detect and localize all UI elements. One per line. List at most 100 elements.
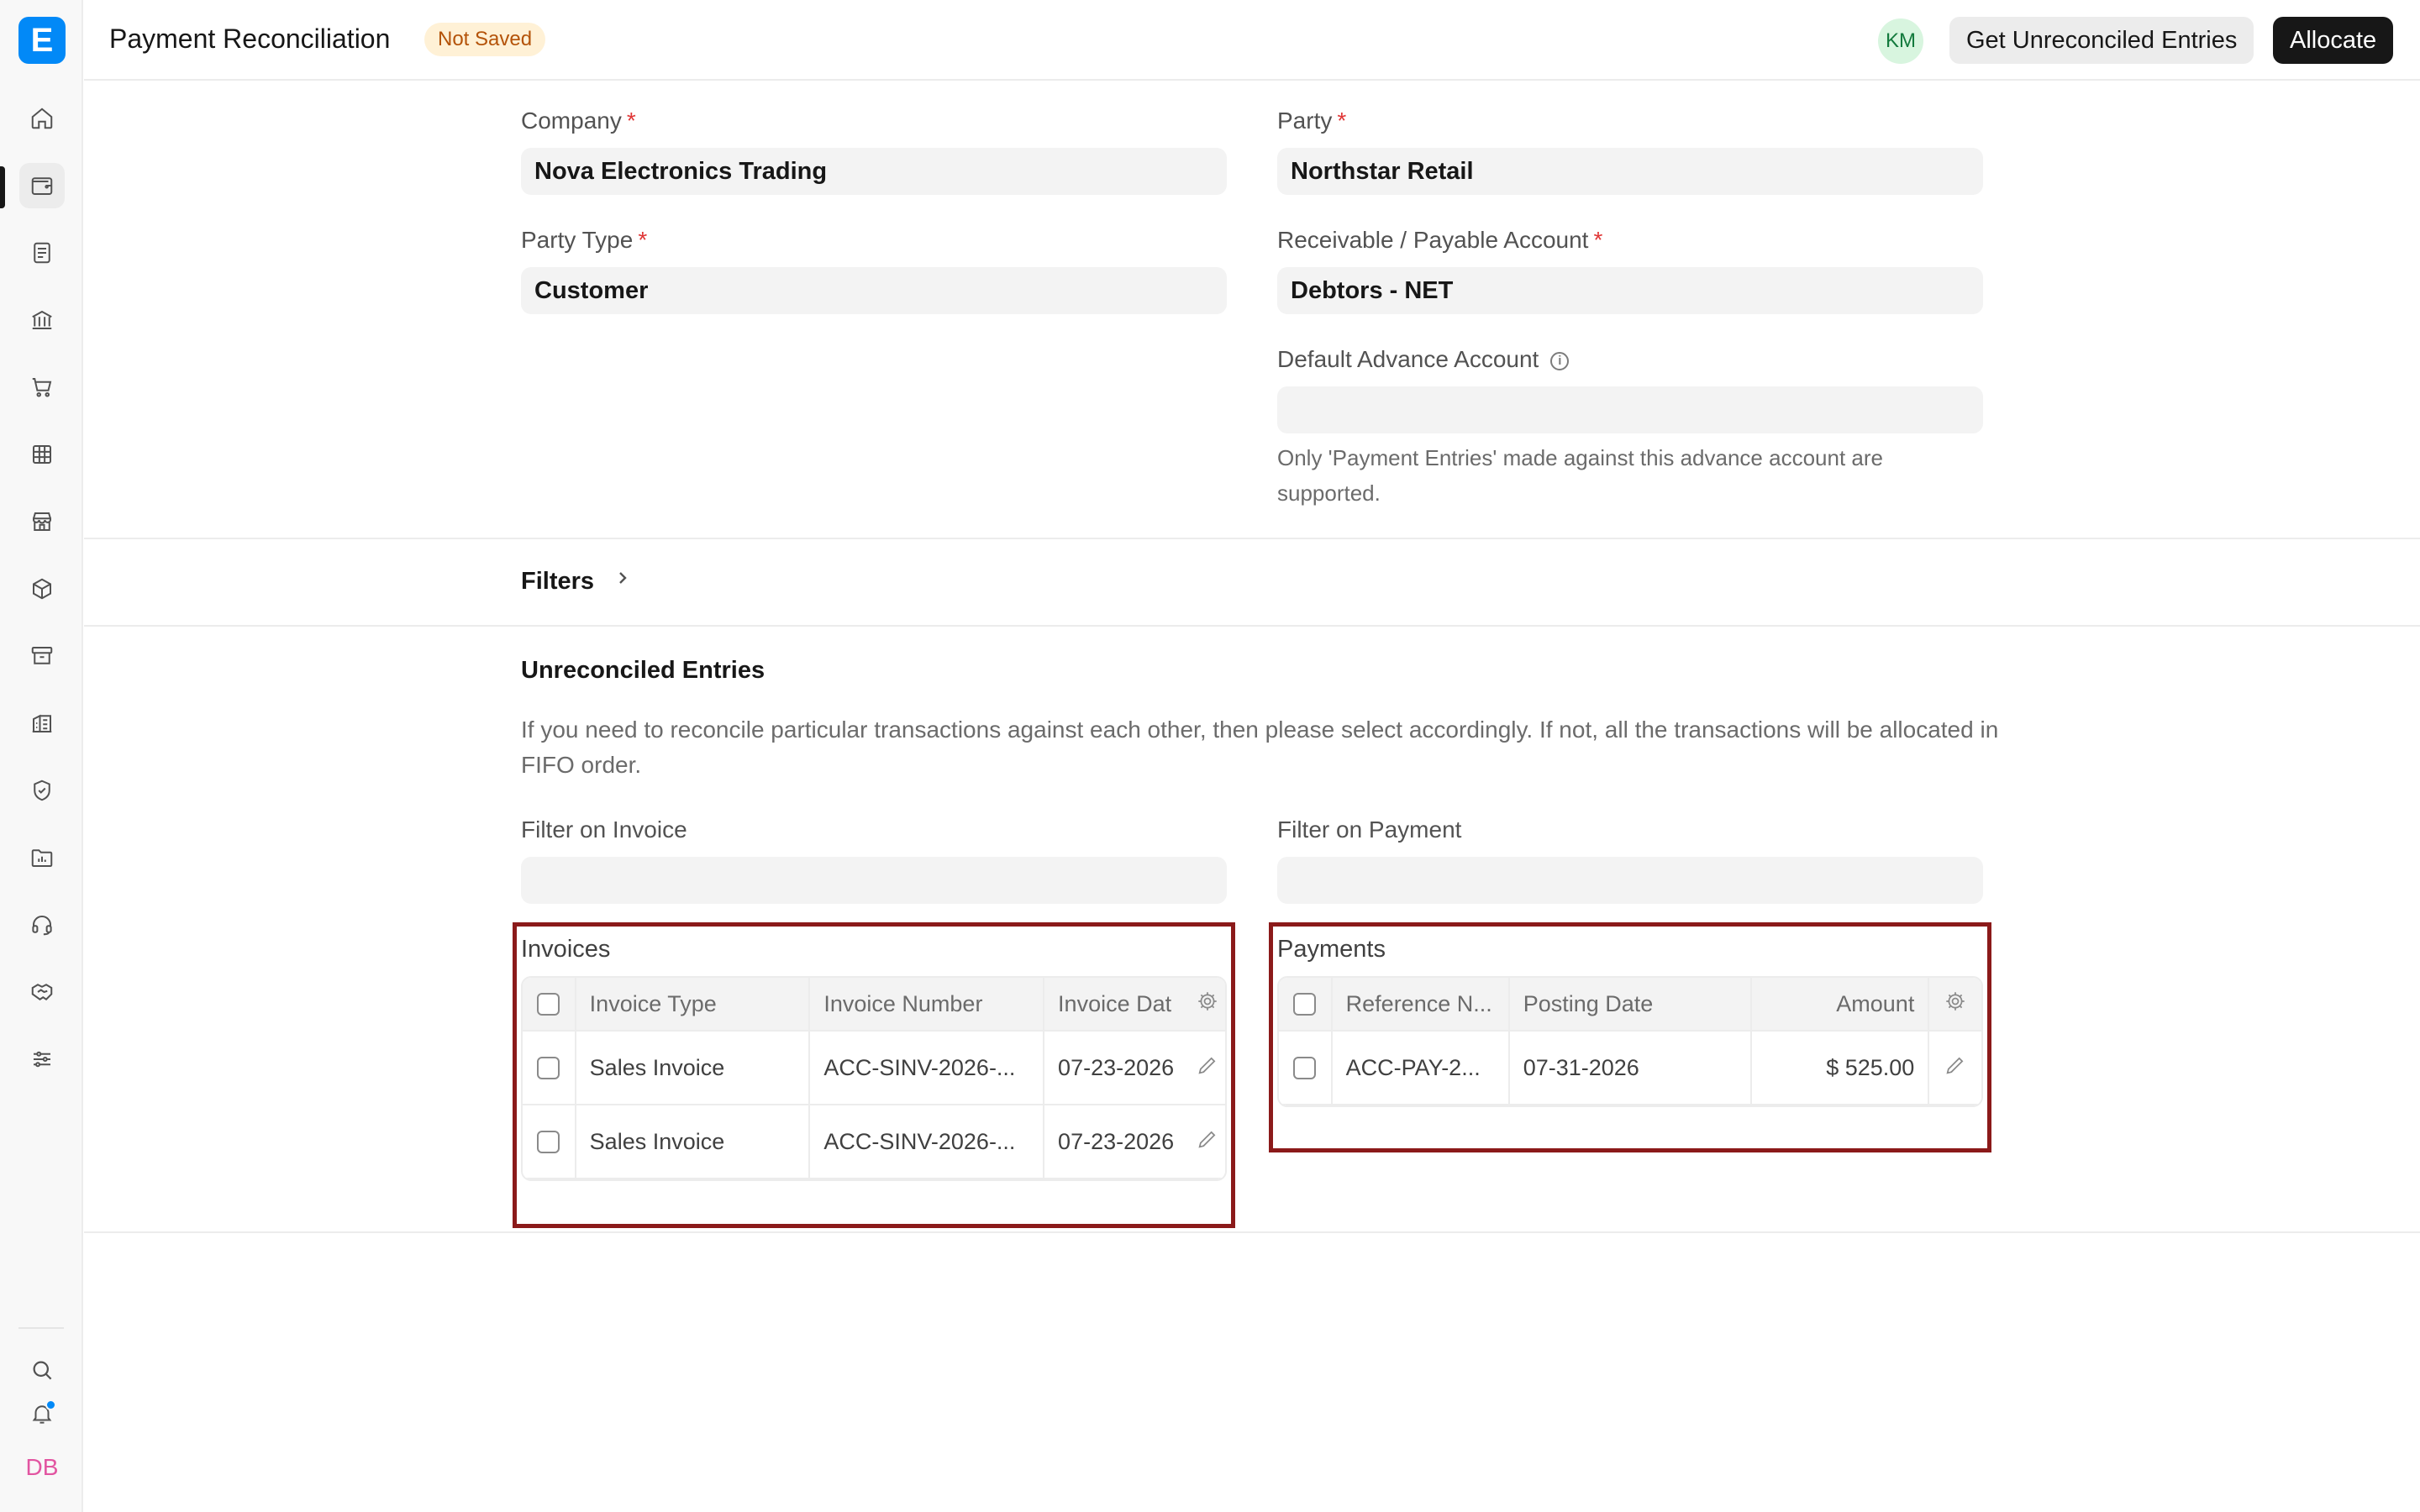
party-field[interactable]: Northstar Retail bbox=[1277, 148, 1983, 195]
row-checkbox[interactable] bbox=[537, 1056, 560, 1079]
box-icon bbox=[33, 578, 51, 600]
column-settings-button[interactable] bbox=[1944, 990, 1967, 1019]
user-avatar[interactable]: DB bbox=[19, 1445, 65, 1490]
invoices-title: Invoices bbox=[521, 936, 611, 963]
sidebar-item-projects[interactable] bbox=[19, 835, 65, 880]
sidebar-item-assets[interactable] bbox=[19, 633, 65, 679]
sidebar-item-reports[interactable] bbox=[19, 432, 65, 477]
active-nav-marker bbox=[0, 166, 5, 208]
sidebar-notifications[interactable] bbox=[19, 1391, 65, 1436]
posting-date-cell[interactable]: 07-31-2026 bbox=[1510, 1032, 1753, 1104]
invoice-type-cell[interactable]: Sales Invoice bbox=[576, 1105, 811, 1178]
bank-icon bbox=[32, 310, 52, 329]
default-advance-account-field[interactable] bbox=[1277, 386, 1983, 433]
row-checkbox[interactable] bbox=[537, 1130, 560, 1153]
sidebar-item-crm[interactable] bbox=[19, 969, 65, 1015]
row-checkbox[interactable] bbox=[1293, 1056, 1317, 1079]
invoice-number-cell[interactable]: ACC-SINV-2026-... bbox=[810, 1032, 1045, 1104]
filter-payment-input[interactable] bbox=[1277, 857, 1983, 904]
amount-cell[interactable]: $ 525.00 bbox=[1752, 1032, 1930, 1104]
sidebar-item-banking[interactable] bbox=[19, 297, 65, 343]
company-label: Company * bbox=[521, 108, 636, 134]
folder-chart-icon bbox=[31, 849, 53, 867]
column-header[interactable]: Posting Date bbox=[1510, 978, 1753, 1030]
select-all-checkbox[interactable] bbox=[1293, 992, 1317, 1016]
invoice-date-cell[interactable]: 07-23-2026 bbox=[1058, 1055, 1189, 1081]
payments-title: Payments bbox=[1277, 936, 1386, 963]
handshake-icon bbox=[31, 984, 53, 1001]
info-icon[interactable]: i bbox=[1550, 352, 1570, 370]
document-icon bbox=[34, 242, 50, 264]
cart-icon bbox=[32, 378, 52, 397]
column-header[interactable]: Invoice Number bbox=[810, 978, 1045, 1030]
gear-icon bbox=[1946, 991, 1965, 1011]
column-header[interactable]: Reference N... bbox=[1333, 978, 1510, 1030]
sidebar-item-home[interactable] bbox=[19, 96, 65, 141]
pencil-icon bbox=[1946, 1057, 1964, 1074]
party-type-label: Party Type * bbox=[521, 227, 648, 253]
edit-row-button[interactable] bbox=[1196, 1127, 1219, 1157]
sidebar-item-documents[interactable] bbox=[19, 230, 65, 276]
party-type-field[interactable]: Customer bbox=[521, 267, 1227, 314]
filters-toggle[interactable]: Filters bbox=[521, 568, 629, 596]
section-divider bbox=[84, 625, 2420, 627]
invoices-table: Invoice Type Invoice Number Invoice Dat … bbox=[521, 976, 1227, 1181]
status-badge: Not Saved bbox=[424, 23, 546, 56]
company-field[interactable]: Nova Electronics Trading bbox=[521, 148, 1227, 195]
party-label: Party * bbox=[1277, 108, 1347, 134]
sidebar-item-quality[interactable] bbox=[19, 768, 65, 813]
column-header[interactable]: Invoice Type bbox=[576, 978, 811, 1030]
section-divider bbox=[84, 1231, 2420, 1233]
section-divider bbox=[84, 538, 2420, 539]
sidebar-item-support[interactable] bbox=[19, 902, 65, 948]
edit-row-button[interactable] bbox=[1196, 1053, 1219, 1083]
headset-icon bbox=[32, 916, 52, 936]
assigned-user-avatar[interactable]: KM bbox=[1878, 18, 1923, 64]
gear-icon bbox=[1198, 991, 1217, 1011]
table-header: Reference N... Posting Date Amount bbox=[1279, 978, 1981, 1032]
filter-invoice-label: Filter on Invoice bbox=[521, 816, 687, 843]
sidebar-item-buying[interactable] bbox=[19, 365, 65, 410]
sidebar-item-accounting[interactable] bbox=[19, 163, 65, 208]
advance-account-help: Only 'Payment Entries' made against this… bbox=[1277, 445, 1883, 506]
invoice-type-cell[interactable]: Sales Invoice bbox=[576, 1032, 811, 1104]
pencil-icon bbox=[1198, 1057, 1216, 1074]
store-icon bbox=[33, 512, 51, 531]
wallet-icon bbox=[31, 177, 53, 195]
column-header[interactable]: Invoice Dat bbox=[1058, 991, 1189, 1017]
get-unreconciled-entries-button[interactable]: Get Unreconciled Entries bbox=[1949, 17, 2254, 64]
default-advance-account-label: Default Advance Account i bbox=[1277, 346, 1570, 373]
table-header: Invoice Type Invoice Number Invoice Dat bbox=[523, 978, 1225, 1032]
select-all-checkbox[interactable] bbox=[537, 992, 560, 1016]
chevron-right-icon bbox=[619, 572, 627, 584]
receivable-account-field[interactable]: Debtors - NET bbox=[1277, 267, 1983, 314]
filter-invoice-input[interactable] bbox=[521, 857, 1227, 904]
sidebar: E DB bbox=[0, 0, 83, 1512]
building-icon bbox=[32, 714, 52, 732]
edit-row-button[interactable] bbox=[1944, 1053, 1967, 1083]
sidebar-search[interactable] bbox=[19, 1347, 65, 1393]
invoice-number-cell[interactable]: ACC-SINV-2026-... bbox=[810, 1105, 1045, 1178]
search-icon bbox=[33, 1361, 52, 1380]
reference-cell[interactable]: ACC-PAY-2... bbox=[1333, 1032, 1510, 1104]
column-header[interactable]: Amount bbox=[1752, 978, 1930, 1030]
sidebar-item-stock[interactable] bbox=[19, 566, 65, 612]
filter-payment-label: Filter on Payment bbox=[1277, 816, 1462, 843]
sidebar-item-selling[interactable] bbox=[19, 499, 65, 544]
table-row[interactable]: Sales Invoice ACC-SINV-2026-... 07-23-20… bbox=[523, 1105, 1225, 1179]
shield-icon bbox=[34, 780, 50, 801]
notification-dot bbox=[45, 1399, 56, 1410]
table-icon bbox=[33, 445, 51, 464]
invoice-date-cell[interactable]: 07-23-2026 bbox=[1058, 1129, 1189, 1155]
table-row[interactable]: Sales Invoice ACC-SINV-2026-... 07-23-20… bbox=[523, 1032, 1225, 1105]
sidebar-item-manufacturing[interactable] bbox=[19, 701, 65, 746]
page-title: Payment Reconciliation bbox=[109, 24, 391, 54]
sidebar-item-settings[interactable] bbox=[19, 1037, 65, 1082]
payments-table: Reference N... Posting Date Amount ACC-P… bbox=[1277, 976, 1983, 1107]
column-settings-button[interactable] bbox=[1196, 990, 1219, 1019]
pencil-icon bbox=[1198, 1131, 1216, 1148]
allocate-button[interactable]: Allocate bbox=[2273, 17, 2394, 64]
receivable-account-label: Receivable / Payable Account * bbox=[1277, 227, 1603, 253]
table-row[interactable]: ACC-PAY-2... 07-31-2026 $ 525.00 bbox=[1279, 1032, 1981, 1105]
app-logo[interactable]: E bbox=[18, 17, 66, 64]
